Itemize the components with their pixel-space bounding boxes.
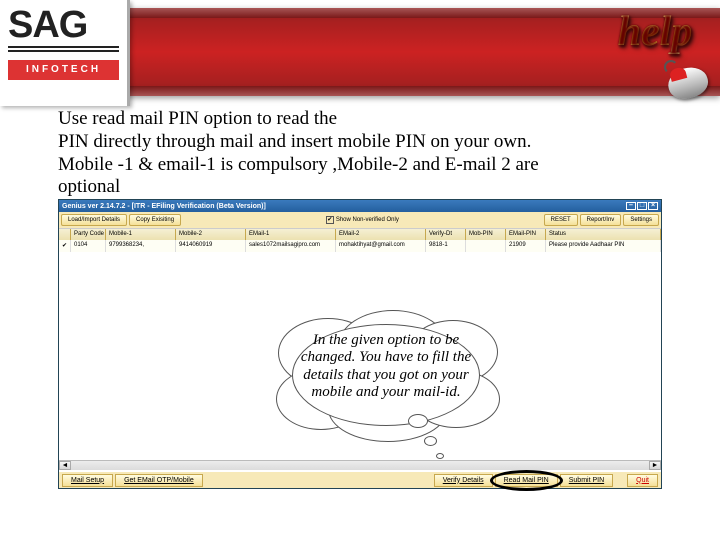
cloud-tail-icon (408, 414, 428, 428)
show-nonverified-check[interactable]: ✔ Show Non-verified Only (326, 216, 399, 224)
copy-existing-button[interactable]: Copy Exisiting (129, 214, 181, 226)
help-graphic: help (590, 0, 720, 106)
table-row[interactable]: ✔ 0104 9799368234, 9414060919 sales1072m… (59, 240, 661, 252)
mail-setup-button[interactable]: Mail Setup (62, 474, 113, 487)
brand-name: SAG (0, 0, 127, 44)
h-scrollbar[interactable]: ◄► (59, 460, 661, 470)
cloud-tail-icon (436, 453, 444, 459)
title-bar: Genius ver 2.14.7.2 - [ITR - EFiling Ver… (59, 200, 661, 212)
get-email-otp-button[interactable]: Get EMail OTP/Mobile (115, 474, 203, 487)
settings-button[interactable]: Settings (623, 214, 659, 226)
instruction-text: Use read mail PIN option to read the PIN… (58, 108, 662, 199)
submit-pin-button[interactable]: Submit PIN (560, 474, 613, 487)
window-controls[interactable]: –□× (625, 202, 658, 210)
reset-button[interactable]: RESET (544, 214, 578, 226)
mouse-icon (664, 60, 714, 100)
callout-text: In the given option to be changed. You h… (296, 332, 476, 401)
title-text: Genius ver 2.14.7.2 - [ITR - EFiling Ver… (62, 203, 266, 210)
report-button[interactable]: Report/Inv (580, 214, 622, 226)
quit-button[interactable]: Quit (627, 474, 658, 487)
bottom-toolbar: Mail Setup Get EMail OTP/Mobile Verify D… (59, 472, 661, 488)
help-label: help (590, 8, 720, 56)
cloud-tail-icon (424, 436, 437, 446)
verify-details-button[interactable]: Verify Details (434, 474, 493, 487)
callout-cloud: In the given option to be changed. You h… (276, 310, 496, 440)
load-import-button[interactable]: Load/Import Details (61, 214, 127, 226)
brand-logo: SAG INFOTECH (0, 0, 130, 106)
read-mail-pin-button[interactable]: Read Mail PIN (495, 474, 558, 487)
grid-header: Party Code Mobile-1 Mobile-2 EMail-1 EMa… (59, 228, 661, 240)
brand-sub: INFOTECH (8, 60, 119, 80)
toolbar-row1: Load/Import Details Copy Exisiting ✔ Sho… (59, 212, 661, 228)
